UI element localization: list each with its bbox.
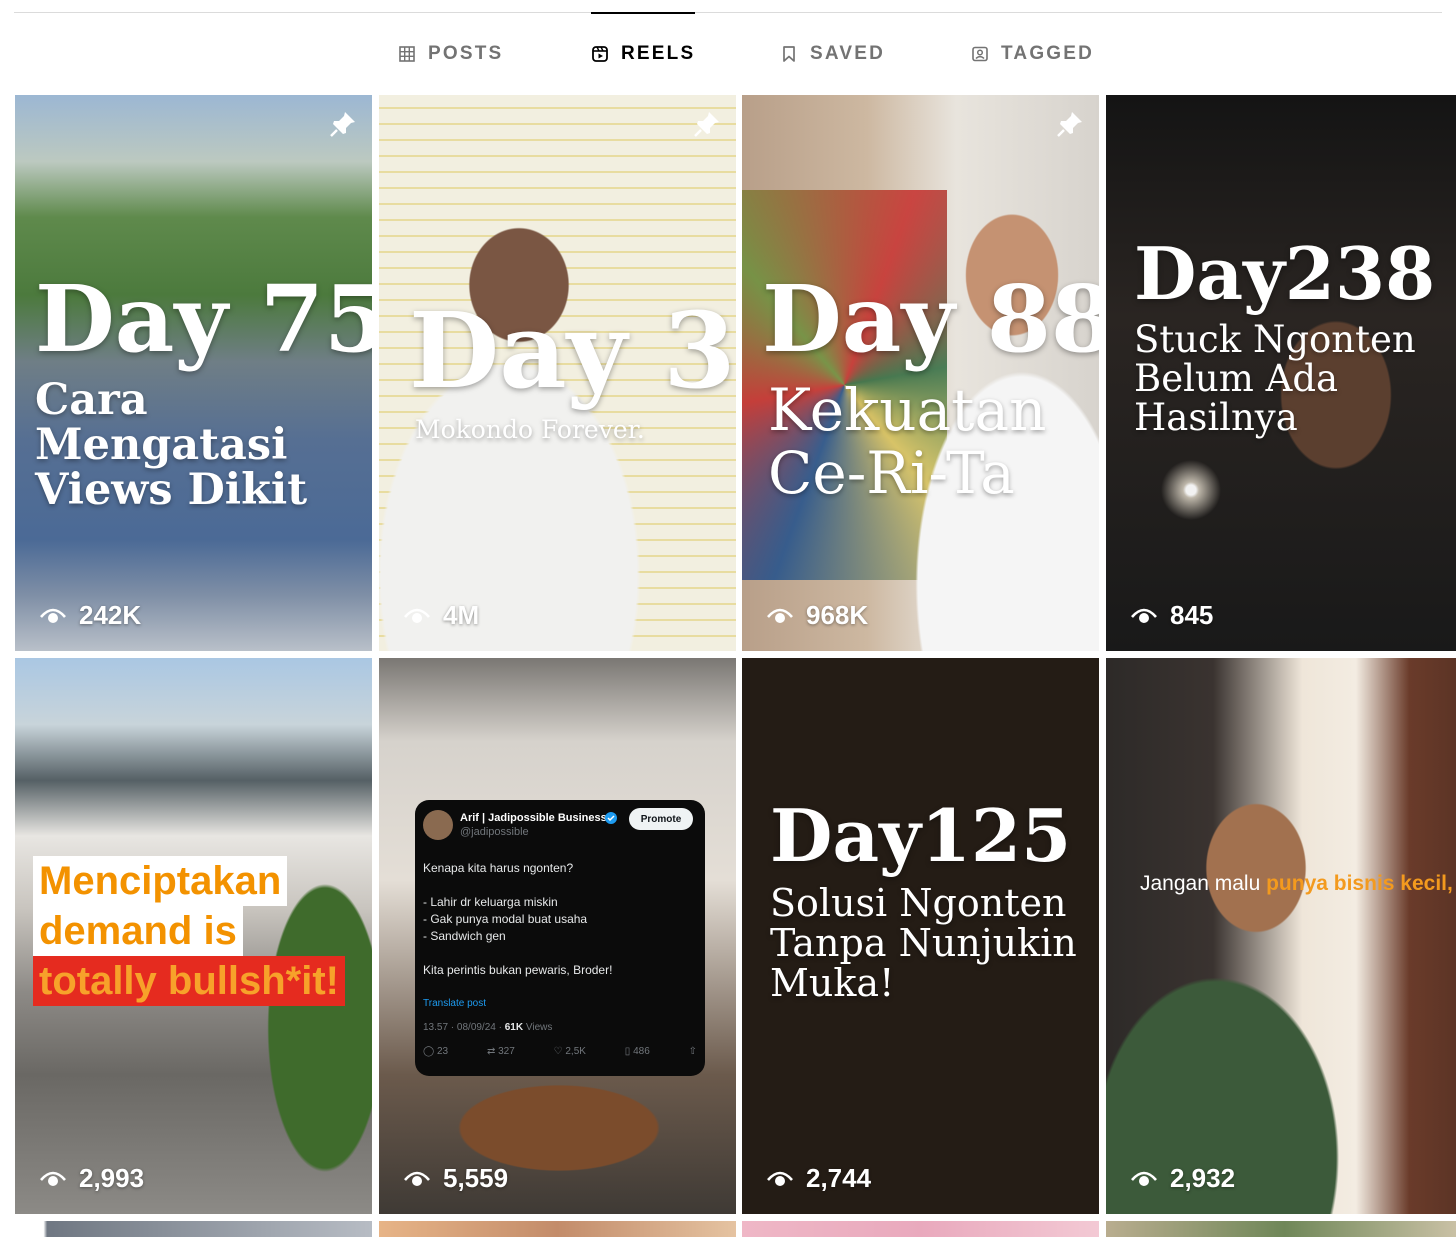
caption-line: demand is (33, 906, 243, 956)
reel-tile[interactable] (742, 1221, 1099, 1237)
view-count: 2,993 (39, 1163, 144, 1194)
bookmark-action[interactable]: ▯ 486 (625, 1046, 650, 1057)
view-count: 4M (403, 600, 479, 631)
heart-icon: ♡ (553, 1046, 563, 1057)
tagged-icon (972, 46, 988, 62)
view-count-value: 2,744 (806, 1163, 872, 1193)
caption-orange: punya bisnis kecil, (1266, 872, 1453, 895)
tab-reels-label: REELS (621, 43, 696, 64)
view-count-value: 4M (443, 600, 480, 630)
reel-caption: Menciptakan demand is totally bullsh*it! (33, 856, 345, 1006)
reel-tile[interactable] (1106, 1221, 1456, 1237)
tweet-meta: 13.57 · 08/09/24 · 61K Views (423, 1022, 552, 1033)
tab-saved[interactable]: SAVED (780, 14, 885, 94)
profile-tabs: POSTS REELS SAVED TAGGED (0, 0, 1456, 95)
reel-tile[interactable] (15, 1221, 372, 1237)
reel-subtitle: Kekuatan Ce-Ri-Ta (768, 376, 1047, 507)
reel-tile[interactable]: Day 3 Mokondo Forever. 4M (379, 95, 736, 651)
reel-tile[interactable]: Day238 Stuck Ngonten Belum Ada Hasilnya … (1106, 95, 1456, 651)
verified-badge-icon (605, 812, 617, 824)
reel-caption: Jangan malu punya bisnis kecil, (1140, 872, 1453, 896)
view-count: 2,744 (766, 1163, 871, 1194)
grid-icon (399, 46, 415, 62)
pin-icon (330, 112, 355, 137)
eye-icon (40, 608, 66, 623)
view-count-value: 968K (806, 600, 869, 630)
reel-thumbnail (15, 95, 372, 651)
view-count-value: 845 (1170, 600, 1214, 630)
reel-tile[interactable]: Arif | Jadipossible Business @jadipossib… (379, 658, 736, 1214)
avatar (423, 810, 453, 840)
reel-tile[interactable]: Day 75 Cara Mengatasi Views Dikit 242K (15, 95, 372, 651)
reply-icon: ◯ (423, 1046, 435, 1057)
repost-count: 327 (498, 1046, 515, 1057)
caption-line: totally bullsh*it! (33, 956, 345, 1006)
reel-title: Day 75 (35, 265, 372, 373)
eye-icon (767, 608, 793, 623)
view-count-value: 242K (79, 600, 142, 630)
tab-reels[interactable]: REELS (591, 12, 696, 94)
eye-icon (40, 1171, 66, 1186)
tab-saved-label: SAVED (810, 43, 886, 64)
tab-tagged-label: TAGGED (1001, 43, 1095, 64)
view-count: 2,932 (1130, 1163, 1235, 1194)
reel-subtitle: Cara Mengatasi Views Dikit (35, 375, 308, 516)
tweet-author-handle: @jadipossible (460, 826, 529, 838)
reels-icon (592, 46, 608, 62)
reel-subtitle: Stuck Ngonten Belum Ada Hasilnya (1134, 318, 1416, 439)
person-silhouette (1106, 778, 1386, 1214)
eye-icon (404, 1171, 430, 1186)
reel-tile[interactable]: Day 88 Kekuatan Ce-Ri-Ta 968K (742, 95, 1099, 651)
eye-icon (1131, 608, 1157, 623)
reel-tile[interactable] (379, 1221, 736, 1237)
reel-tile[interactable]: Menciptakan demand is totally bullsh*it!… (15, 658, 372, 1214)
view-count-value: 5,559 (443, 1163, 509, 1193)
reel-tile[interactable]: Jangan malu punya bisnis kecil, 2,932 (1106, 658, 1456, 1214)
bookmark-count: 486 (633, 1046, 650, 1057)
reel-title: Day238 (1134, 231, 1436, 316)
reel-subtitle: Solusi Ngonten Tanpa Nunjukin Muka! (770, 881, 1077, 1005)
bookmark-icon (783, 46, 795, 62)
repost-action[interactable]: ⇄ 327 (487, 1046, 515, 1057)
tweet-body: Kenapa kita harus ngonten? - Lahir dr ke… (423, 861, 613, 977)
reply-action[interactable]: ◯ 23 (423, 1046, 448, 1057)
eye-icon (404, 608, 430, 623)
bookmark-icon: ▯ (624, 1046, 631, 1057)
pin-icon (1057, 112, 1082, 137)
tweet-actions: ◯ 23 ⇄ 327 ♡ 2,5K ▯ 486 ⇧ (423, 1046, 697, 1057)
eye-icon (1131, 1171, 1157, 1186)
reel-subtitle: Mokondo Forever. (415, 415, 645, 444)
caption-white: Jangan malu (1140, 872, 1267, 895)
view-count: 968K (766, 600, 868, 631)
eye-icon (767, 1171, 793, 1186)
tab-posts-label: POSTS (428, 43, 504, 64)
reel-title: Day 3 (409, 289, 736, 412)
view-count: 845 (1130, 600, 1213, 631)
reel-tile[interactable]: Day125 Solusi Ngonten Tanpa Nunjukin Muk… (742, 658, 1099, 1214)
like-action[interactable]: ♡ 2,5K (554, 1046, 586, 1057)
translate-post-link[interactable]: Translate post (423, 998, 486, 1009)
reply-count: 23 (436, 1046, 449, 1057)
tweet-author-name: Arif | Jadipossible Business (460, 812, 607, 824)
tweet-views-label: Views (523, 1022, 553, 1033)
view-count: 5,559 (403, 1163, 508, 1194)
promote-button[interactable]: Promote (629, 808, 693, 830)
view-count: 242K (39, 600, 141, 631)
view-count-value: 2,932 (1170, 1163, 1236, 1193)
reel-title: Day 88 (762, 265, 1099, 373)
reel-title: Day125 (770, 793, 1072, 878)
tab-posts[interactable]: POSTS (398, 14, 503, 94)
tab-tagged[interactable]: TAGGED (971, 14, 1094, 94)
like-count: 2,5K (565, 1046, 586, 1057)
tweet-card[interactable]: Arif | Jadipossible Business @jadipossib… (415, 800, 705, 1076)
repost-icon: ⇄ (486, 1046, 496, 1057)
share-icon[interactable]: ⇧ (689, 1046, 697, 1057)
pin-icon (694, 112, 719, 137)
view-count-value: 2,993 (79, 1163, 145, 1193)
tweet-timestamp: 13.57 · 08/09/24 · (423, 1022, 505, 1033)
caption-line: Menciptakan (33, 856, 288, 906)
tweet-views-count: 61K (504, 1022, 524, 1033)
